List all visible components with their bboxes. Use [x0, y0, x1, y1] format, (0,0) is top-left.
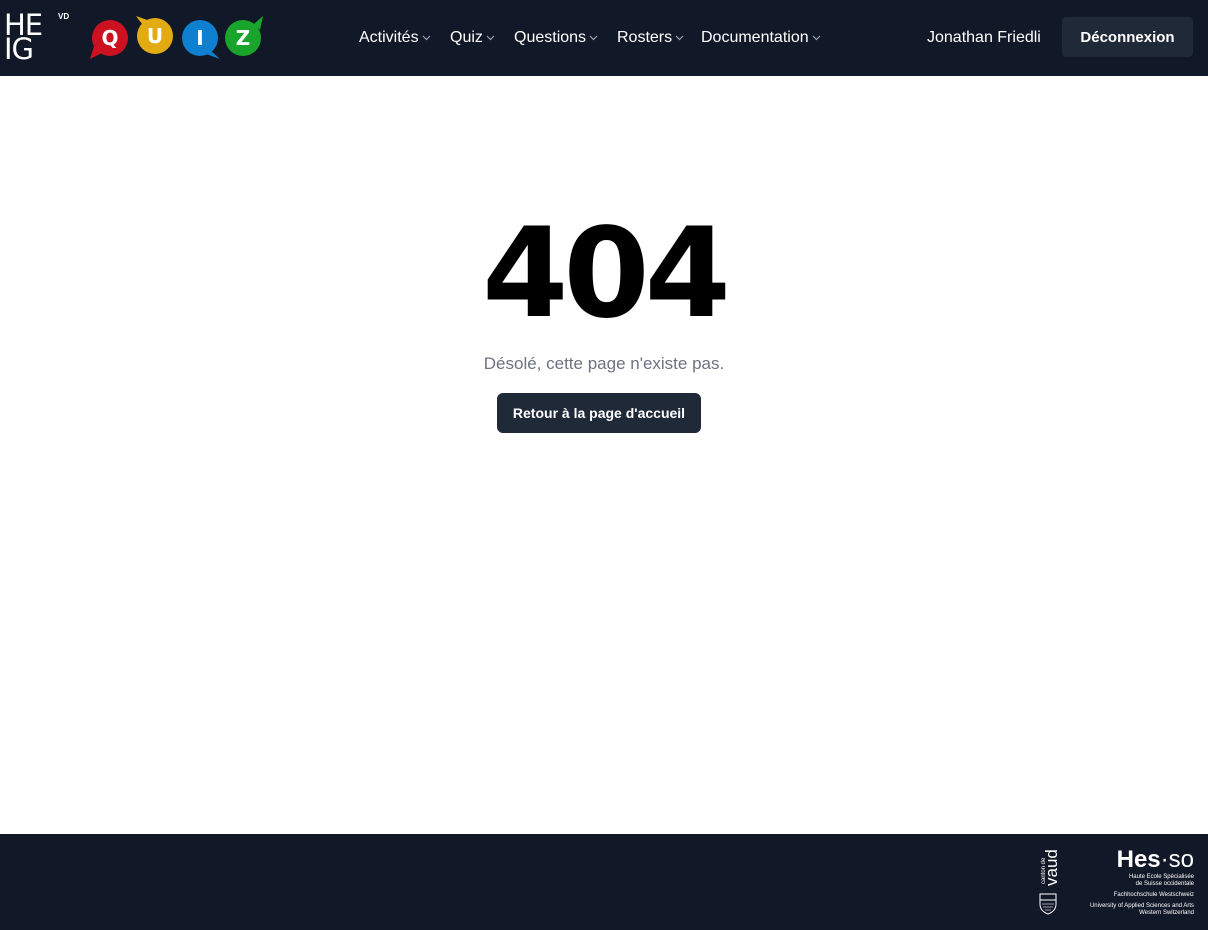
hes-so-line: University of Applied Sciences and Arts	[1089, 903, 1194, 909]
chevron-down-icon	[812, 35, 821, 41]
nav-item-rosters[interactable]: Rosters	[617, 26, 684, 50]
hes-so-hes: Hes	[1116, 846, 1161, 873]
back-to-home-button[interactable]: Retour à la page d'accueil	[497, 393, 701, 433]
chevron-down-icon	[589, 35, 598, 41]
hes-so-line: de Suisse occidentale	[1135, 881, 1194, 887]
chevron-down-icon	[422, 35, 431, 41]
error-code: 404	[482, 202, 731, 346]
nav-item-questions[interactable]: Questions	[514, 26, 598, 50]
hes-so-dot: ·	[1160, 846, 1169, 873]
quiz-letter-z: Z	[236, 26, 251, 50]
nav-item-label: Documentation	[701, 29, 809, 46]
chevron-down-icon	[486, 35, 495, 41]
logout-button[interactable]: Déconnexion	[1062, 17, 1193, 57]
footer: canton de vaud Hes·so Haute Ecole Spécia…	[0, 834, 1208, 930]
quiz-letter-i: I	[196, 26, 203, 50]
nav-item-activites[interactable]: Activités	[359, 26, 431, 50]
user-name[interactable]: Jonathan Friedli	[927, 26, 1041, 50]
quiz-letter-q: Q	[101, 26, 118, 50]
error-message: Désolé, cette page n'existe pas.	[483, 354, 725, 373]
top-navigation-bar: HE IG VD Q U I Z Activités Quiz Question…	[0, 0, 1208, 76]
hes-so-wordmark: Hes·so	[1117, 848, 1194, 872]
hes-so-logo[interactable]: Hes·so Haute Ecole Spécialisée de Suisse…	[1064, 848, 1194, 918]
nav-item-label: Questions	[514, 29, 587, 46]
heig-logo-vd: VD	[58, 12, 70, 21]
quiz-letter-u: U	[147, 24, 163, 48]
nav-item-quiz[interactable]: Quiz	[450, 26, 495, 50]
nav-item-label: Quiz	[450, 29, 483, 46]
hes-so-line: Haute Ecole Spécialisée	[1128, 874, 1194, 880]
heig-vd-logo[interactable]: HE IG VD	[4, 11, 70, 66]
heig-logo-line2: IG	[4, 32, 34, 66]
hes-so-line: Fachhochschule Westschweiz	[1113, 892, 1194, 898]
canton-vaud-logo[interactable]: canton de vaud	[1036, 848, 1061, 916]
nav-item-documentation[interactable]: Documentation	[701, 26, 821, 50]
nav-item-label: Activités	[359, 29, 419, 46]
nav-item-label: Rosters	[617, 29, 673, 46]
vaud-logo-text: vaud	[1042, 849, 1060, 886]
hes-so-so: so	[1168, 846, 1194, 873]
main-content: 404 Désolé, cette page n'existe pas. Ret…	[0, 76, 1208, 834]
hes-so-line: Western Switzerland	[1139, 910, 1194, 916]
quiz-logo[interactable]: Q U I Z	[88, 14, 266, 60]
chevron-down-icon	[675, 35, 684, 41]
vaud-shield-icon	[1039, 893, 1057, 915]
